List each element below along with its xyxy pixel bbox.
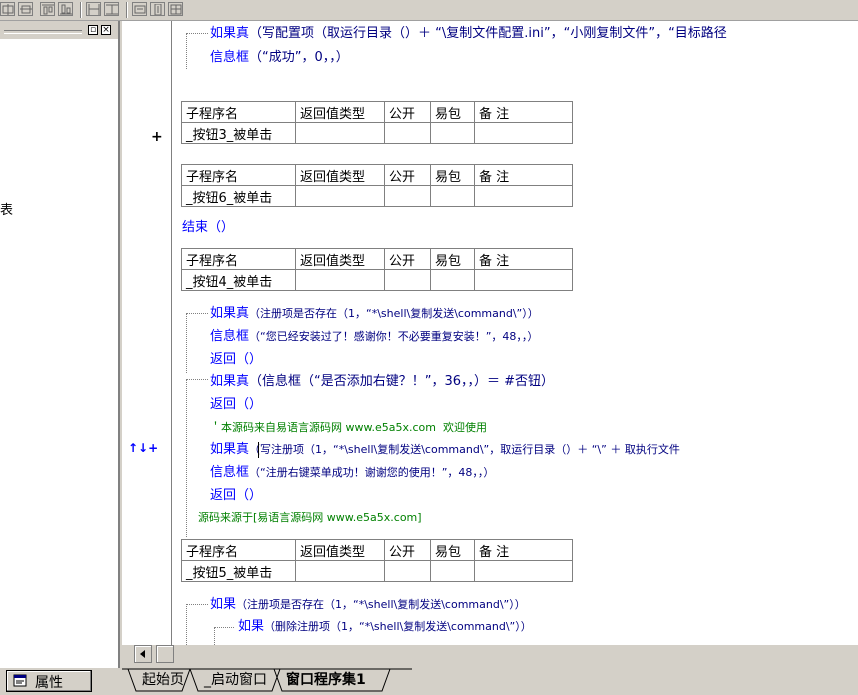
- code-line[interactable]: 如果（删除注册项（1，“*\shell\复制发送\command\”））: [238, 618, 532, 636]
- tab-start-page[interactable]: 起始页: [142, 669, 184, 691]
- subroutine-table[interactable]: 子程序名 返回值类型 公开 易包备 注 _按钮5_被单击: [181, 539, 573, 582]
- expand-icon[interactable]: +: [151, 129, 163, 145]
- code-line[interactable]: 信息框（“注册右键菜单成功！谢谢您的使用！”，48，，）: [210, 464, 494, 482]
- align-top-icon[interactable]: [40, 2, 55, 16]
- left-panel-header: ▫ ×: [0, 21, 118, 39]
- align-bottom-icon[interactable]: [58, 2, 73, 16]
- code-line[interactable]: 返回（）: [210, 396, 262, 414]
- scroll-left-icon[interactable]: [134, 645, 152, 663]
- tab-startup-window[interactable]: _启动窗口: [204, 669, 267, 691]
- horizontal-scrollbar[interactable]: [122, 645, 858, 663]
- align-center-icon[interactable]: [18, 2, 33, 16]
- align-left-icon[interactable]: [0, 2, 15, 16]
- code-line[interactable]: 返回（）: [210, 351, 262, 369]
- code-line[interactable]: 信息框（“成功”，0，，）: [210, 49, 349, 67]
- subroutine-name: _按钮3_被单击: [181, 122, 296, 144]
- code-line[interactable]: 如果（注册项是否存在（1，“*\shell\复制发送\command\”））: [210, 596, 526, 614]
- tab-window-assembly[interactable]: 窗口程序集1: [286, 669, 366, 691]
- code-line[interactable]: 信息框（“您已经安装过了！感谢你！不必要重复安装！”，48，，）: [210, 328, 538, 346]
- flow-arrows-icon[interactable]: ↑↓+: [128, 441, 158, 455]
- subroutine-name: _按钮6_被单击: [181, 185, 296, 207]
- properties-icon: [13, 674, 27, 687]
- same-width-icon[interactable]: [86, 2, 101, 16]
- truncated-label: 表: [0, 203, 14, 218]
- subroutine-table[interactable]: 子程序名 返回值类型 公开 易包备 注 _按钮4_被单击: [181, 248, 573, 291]
- subroutine-table[interactable]: 子程序名 返回值类型 公开 易包备 注 _按钮6_被单击: [181, 164, 573, 207]
- comment-line[interactable]: ＇本源码来自易语言源码网 www.e5a5x.com 欢迎使用: [210, 419, 487, 437]
- scroll-button[interactable]: [156, 645, 174, 663]
- comment-line[interactable]: 源码来源于[易语言源码网 www.e5a5x.com]: [198, 509, 422, 527]
- code-line[interactable]: 如果真（注册项是否存在（1，“*\shell\复制发送\command\”））: [210, 305, 539, 323]
- same-height-icon[interactable]: [104, 2, 119, 16]
- code-line[interactable]: 如果真（写注册项（1，“*\shell\复制发送\command\”，取运行目录…: [210, 441, 680, 459]
- subroutine-table[interactable]: 子程序名 返回值类型 公开 易包备 注 _按钮3_被单击: [181, 101, 573, 144]
- editor-gutter: + ↑↓+: [122, 21, 172, 645]
- code-editor[interactable]: + ↑↓+ 如果真（写配置项（取运行目录（）＋ “\复制文件配置.ini”，“小…: [122, 21, 858, 645]
- code-line[interactable]: 如果真（信息框（“是否添加右键？！”，36，，）＝ #否钮）: [210, 373, 554, 391]
- code-line[interactable]: 如果真（写配置项（取运行目录（）＋ “\复制文件配置.ini”，“小刚复制文件”…: [210, 25, 727, 43]
- bottom-bar: 属性 起始页 _启动窗口 窗口程序集1: [0, 668, 858, 695]
- left-panel: ▫ × 表: [0, 21, 120, 668]
- restore-icon[interactable]: ▫: [88, 25, 98, 35]
- code-line[interactable]: 返回（）: [210, 487, 262, 505]
- properties-button[interactable]: 属性: [6, 670, 92, 692]
- alignment-toolbar: [0, 0, 858, 21]
- code-line[interactable]: 结束（）: [182, 219, 234, 237]
- close-icon[interactable]: ×: [101, 25, 111, 35]
- subroutine-name: _按钮5_被单击: [181, 560, 296, 582]
- text-cursor: [258, 442, 259, 458]
- hspace-icon[interactable]: [132, 2, 147, 16]
- vspace-icon[interactable]: [150, 2, 165, 16]
- subroutine-name: _按钮4_被单击: [181, 269, 296, 291]
- center-icon[interactable]: [168, 2, 183, 16]
